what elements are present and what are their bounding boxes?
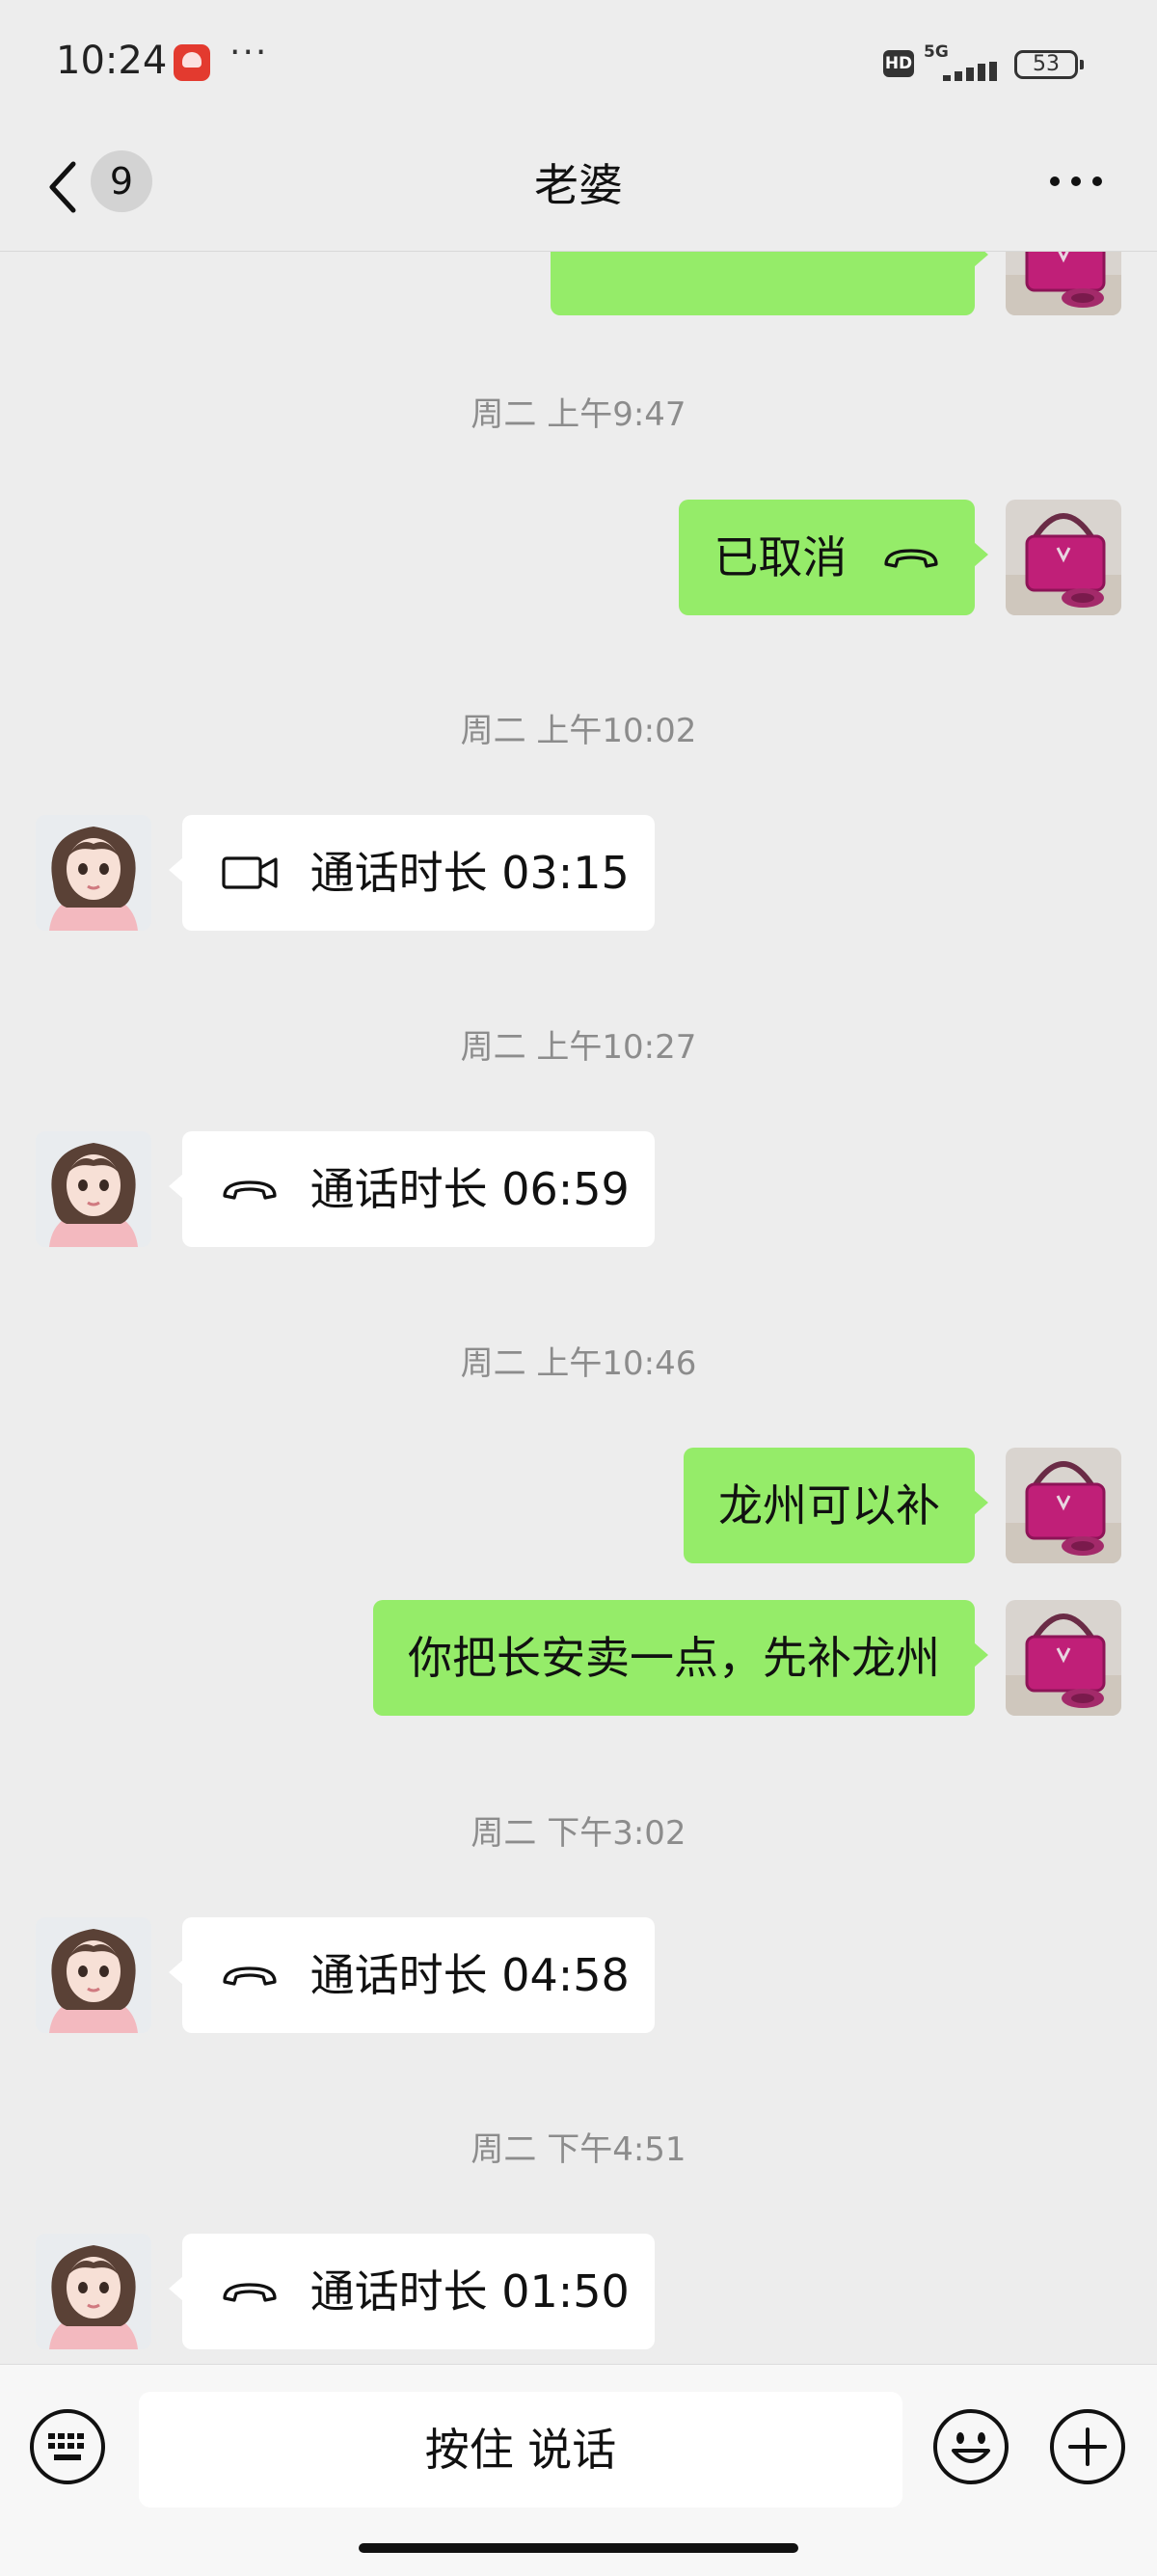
contact-avatar[interactable] [36,1131,151,1247]
call-record-bubble[interactable]: 通话时长 01:50 [169,2234,655,2349]
status-bar: 10:24 ··· HD 5G 53 [0,0,1157,125]
call-record-bubble[interactable]: 通话时长 06:59 [169,1131,655,1247]
message-text: 通话时长 01:50 [309,2265,630,2318]
call-record-bubble[interactable]: 通话时长 04:58 [169,1917,655,2033]
keyboard-button[interactable] [29,2408,106,2485]
timestamp: 周二 上午10:46 [460,1344,697,1383]
more-dots-icon [1050,176,1102,186]
emoji-icon [933,2409,1009,2484]
emoji-button[interactable] [932,2408,1009,2485]
message-text: 你把长安卖一点，先补龙州 [408,1632,940,1684]
my-avatar[interactable] [1006,252,1121,315]
more-button[interactable] [1047,152,1105,210]
voice-call-icon [221,1961,279,1990]
timestamp: 周二 下午3:02 [471,1814,686,1853]
voice-call-icon [882,543,940,572]
my-avatar[interactable] [1006,500,1121,615]
message-text: 通话时长 06:59 [309,1163,630,1215]
voice-call-icon [221,1175,279,1204]
network-type: 5G [924,42,949,62]
message-bubble-mine[interactable]: 已取消 [679,500,988,615]
my-avatar[interactable] [1006,1448,1121,1563]
message-bubble-mine[interactable]: 龙州可以补 [684,1448,988,1563]
hold-to-talk-button[interactable]: 按住 说话 [139,2392,902,2508]
my-avatar[interactable] [1006,1600,1121,1716]
battery-icon: 53 [1014,50,1084,79]
keyboard-icon [30,2409,105,2484]
call-record-bubble[interactable]: 通话时长 03:15 [169,815,655,931]
home-indicator[interactable] [359,2543,798,2553]
message-text: 12 [840,252,897,286]
chat-title: 老婆 [534,159,623,211]
message-bubble-mine[interactable]: 12 [551,252,988,315]
timestamp: 周二 上午10:27 [460,1028,697,1067]
message-text: 龙州可以补 [718,1479,940,1532]
status-more: ··· [229,33,269,72]
shopping-app-icon [174,44,210,81]
timestamp: 周二 下午4:51 [471,2130,686,2169]
contact-avatar[interactable] [36,815,151,931]
message-text: 通话时长 04:58 [309,1949,630,2001]
timestamp: 周二 上午9:47 [471,395,686,434]
input-bar: 按住 说话 [0,2364,1157,2576]
hd-badge: HD [883,50,914,77]
status-time: 10:24 [56,39,168,83]
voice-call-icon [221,2277,279,2306]
chat-header: 9 老婆 [0,125,1157,252]
video-call-icon [221,854,279,892]
message-bubble-mine[interactable]: 你把长安卖一点，先补龙州 [373,1600,988,1716]
message-text: 已取消 [713,531,848,583]
more-functions-button[interactable] [1049,2408,1126,2485]
timestamp: 周二 上午10:02 [460,712,697,750]
contact-avatar[interactable] [36,2234,151,2349]
contact-avatar[interactable] [36,1917,151,2033]
plus-circle-icon [1050,2409,1125,2484]
message-list[interactable]: 12 周二 上午9:47 已取消 周二 上午10:02 通话时长 03:15 周… [0,252,1157,2364]
message-text: 通话时长 03:15 [309,847,630,899]
